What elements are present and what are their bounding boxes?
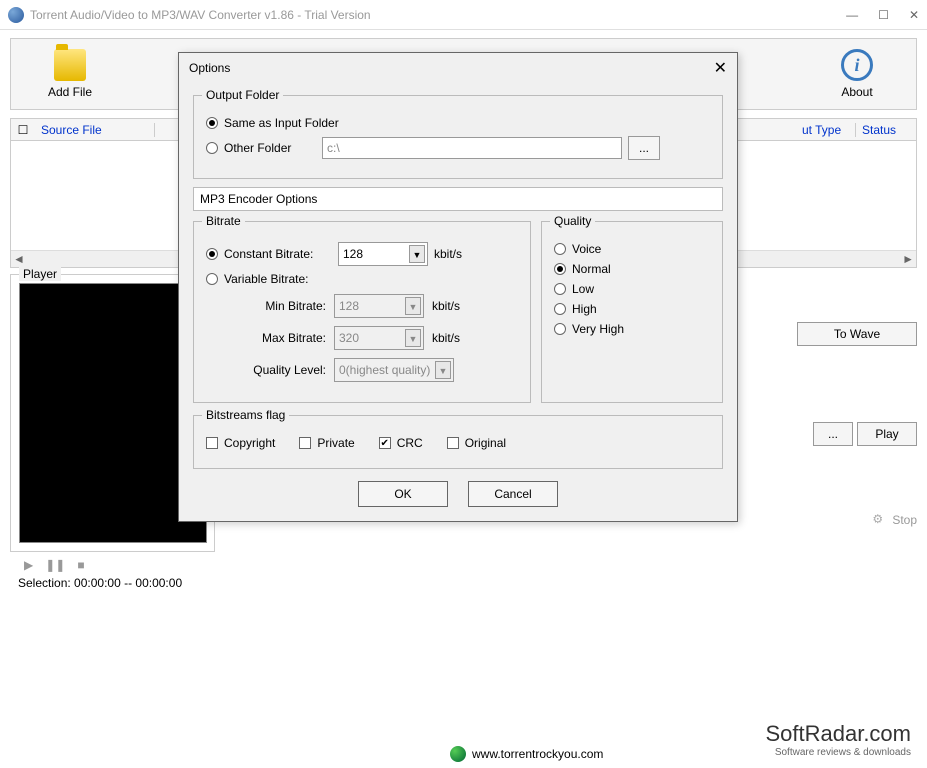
other-folder-label: Other Folder: [224, 141, 316, 155]
bitstream-legend: Bitstreams flag: [202, 408, 289, 422]
encoder-section-header: MP3 Encoder Options: [193, 187, 723, 211]
col-source[interactable]: Source File: [35, 123, 155, 137]
min-bitrate-select[interactable]: 128▼: [334, 294, 424, 318]
quality-low-radio[interactable]: [554, 283, 566, 295]
original-label: Original: [465, 436, 506, 450]
crc-checkbox[interactable]: ✔: [379, 437, 391, 449]
copyright-label: Copyright: [224, 436, 275, 450]
watermark: SoftRadar.com Software reviews & downloa…: [765, 721, 911, 758]
private-label: Private: [317, 436, 354, 450]
quality-normal-label: Normal: [572, 262, 611, 276]
output-folder-group: Output Folder Same as Input Folder Other…: [193, 95, 723, 179]
unit-2: kbit/s: [432, 299, 460, 313]
app-icon: [8, 7, 24, 23]
unit-3: kbit/s: [432, 331, 460, 345]
bitrate-group: Bitrate Constant Bitrate: 128▼ kbit/s Va…: [193, 221, 531, 403]
quality-normal-radio[interactable]: [554, 263, 566, 275]
constant-bitrate-radio[interactable]: [206, 248, 218, 260]
window-title: Torrent Audio/Video to MP3/WAV Converter…: [30, 8, 846, 22]
options-dialog: Options ✕ Output Folder Same as Input Fo…: [178, 52, 738, 522]
quality-high-radio[interactable]: [554, 303, 566, 315]
to-wave-button[interactable]: To Wave: [797, 322, 917, 346]
constant-bitrate-select[interactable]: 128▼: [338, 242, 428, 266]
add-file-button[interactable]: Add File: [11, 39, 129, 109]
output-folder-legend: Output Folder: [202, 88, 283, 102]
cancel-button[interactable]: Cancel: [468, 481, 558, 507]
same-folder-radio[interactable]: [206, 117, 218, 129]
folder-icon: [54, 49, 86, 81]
watermark-brand: SoftRadar.com: [765, 721, 911, 747]
window-controls: — ☐ ✕: [846, 8, 919, 22]
player-label: Player: [19, 267, 61, 281]
dialog-titlebar: Options ✕: [179, 53, 737, 83]
ok-button[interactable]: OK: [358, 481, 448, 507]
crc-label: CRC: [397, 436, 423, 450]
quality-high-label: High: [572, 302, 597, 316]
about-button[interactable]: i About: [798, 39, 916, 109]
other-folder-radio[interactable]: [206, 142, 218, 154]
quality-veryhigh-label: Very High: [572, 322, 624, 336]
other-folder-input[interactable]: [322, 137, 622, 159]
private-checkbox[interactable]: [299, 437, 311, 449]
add-file-label: Add File: [48, 85, 92, 99]
quality-voice-label: Voice: [572, 242, 601, 256]
play-button[interactable]: Play: [857, 422, 917, 446]
maximize-button[interactable]: ☐: [878, 8, 889, 22]
play-icon[interactable]: ▶: [24, 558, 33, 572]
quality-legend: Quality: [550, 214, 595, 228]
max-bitrate-select[interactable]: 320▼: [334, 326, 424, 350]
browse-button[interactable]: ...: [813, 422, 853, 446]
pause-icon[interactable]: ❚❚: [45, 558, 65, 572]
info-icon: i: [841, 49, 873, 81]
selection-text: Selection: 00:00:00 -- 00:00:00: [18, 576, 917, 590]
close-button[interactable]: ✕: [909, 8, 919, 22]
dialog-close-button[interactable]: ✕: [714, 58, 727, 78]
same-folder-label: Same as Input Folder: [224, 116, 339, 130]
titlebar: Torrent Audio/Video to MP3/WAV Converter…: [0, 0, 927, 30]
original-checkbox[interactable]: [447, 437, 459, 449]
select-all-checkbox[interactable]: ☐: [11, 123, 35, 137]
watermark-sub: Software reviews & downloads: [765, 747, 911, 758]
footer-url[interactable]: www.torrentrockyou.com: [472, 747, 603, 761]
gear-icon: ⚙: [872, 512, 888, 528]
minimize-button[interactable]: —: [846, 8, 858, 22]
globe-icon: [450, 746, 466, 762]
stop-icon[interactable]: ■: [77, 558, 84, 572]
min-bitrate-label: Min Bitrate:: [206, 299, 326, 313]
browse-folder-button[interactable]: ...: [628, 136, 660, 160]
variable-bitrate-label: Variable Bitrate:: [224, 272, 309, 286]
quality-veryhigh-radio[interactable]: [554, 323, 566, 335]
col-outtype[interactable]: ut Type: [796, 123, 856, 137]
about-label: About: [841, 85, 872, 99]
quality-level-select[interactable]: 0(highest quality)▼: [334, 358, 454, 382]
dialog-title: Options: [189, 61, 230, 75]
playback-controls: ▶ ❚❚ ■: [10, 558, 917, 572]
copyright-checkbox[interactable]: [206, 437, 218, 449]
unit-1: kbit/s: [434, 247, 462, 261]
variable-bitrate-radio[interactable]: [206, 273, 218, 285]
constant-bitrate-label: Constant Bitrate:: [224, 247, 332, 261]
bitstream-group: Bitstreams flag Copyright Private ✔CRC O…: [193, 415, 723, 469]
max-bitrate-label: Max Bitrate:: [206, 331, 326, 345]
quality-group: Quality Voice Normal Low High Very High: [541, 221, 723, 403]
quality-voice-radio[interactable]: [554, 243, 566, 255]
stop-button[interactable]: Stop: [892, 513, 917, 527]
bitrate-legend: Bitrate: [202, 214, 245, 228]
quality-low-label: Low: [572, 282, 594, 296]
quality-level-label: Quality Level:: [206, 363, 326, 377]
col-status[interactable]: Status: [856, 123, 916, 137]
